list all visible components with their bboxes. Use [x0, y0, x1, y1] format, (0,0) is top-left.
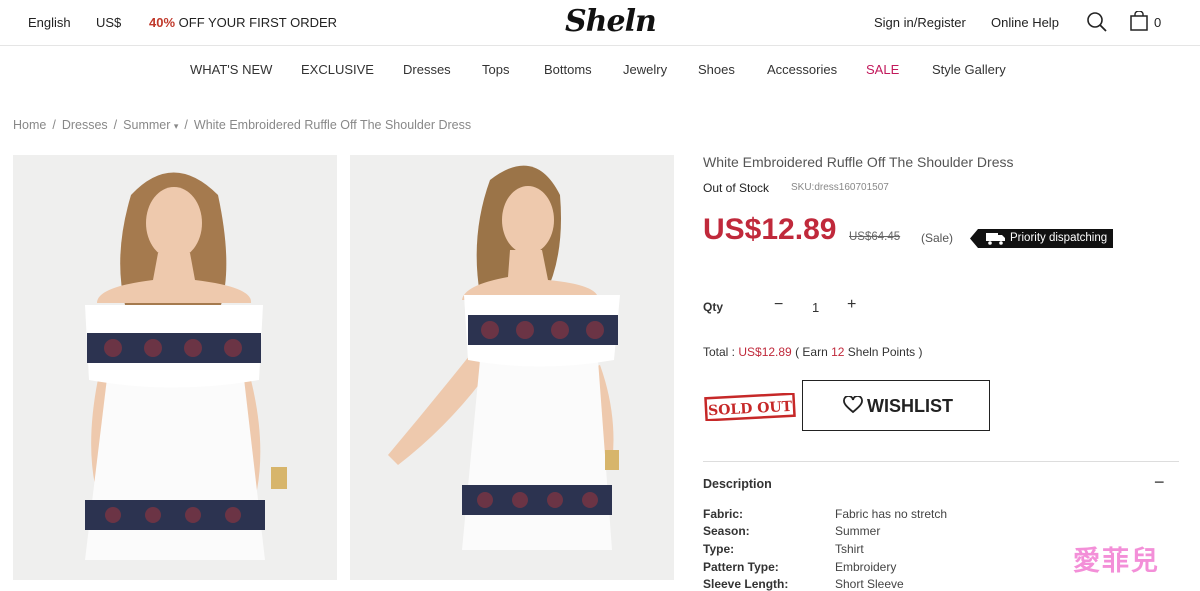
product-image-front[interactable] — [13, 155, 337, 580]
nav-whats-new[interactable]: WHAT'S NEW — [190, 62, 272, 77]
language-selector[interactable]: English — [28, 15, 71, 30]
nav-accessories[interactable]: Accessories — [767, 62, 837, 77]
wishlist-button[interactable]: WISHLIST — [802, 380, 990, 431]
attr-key-type: Type: — [703, 542, 735, 556]
divider — [703, 461, 1179, 462]
attr-value-pattern: Embroidery — [835, 560, 897, 574]
currency-selector[interactable]: US$ — [96, 15, 121, 30]
original-price: US$64.45 — [849, 231, 901, 243]
attr-key-pattern: Pattern Type: — [703, 560, 779, 574]
truck-icon — [986, 232, 1006, 248]
total-line: Total : US$12.89 ( Earn 12 Sheln Points … — [703, 345, 923, 359]
product-price: US$12.89 — [703, 213, 837, 246]
total-label: Total : — [703, 345, 739, 359]
top-bar: English US$ 40% OFF YOUR FIRST ORDER She… — [0, 0, 1200, 46]
main-nav: WHAT'S NEW EXCLUSIVE Dresses Tops Bottom… — [0, 46, 1200, 92]
site-logo[interactable]: Sheln — [565, 4, 657, 39]
promo-highlight: 40% — [149, 15, 176, 30]
promo-banner[interactable]: 40% OFF YOUR FIRST ORDER — [149, 15, 337, 30]
breadcrumb-summer[interactable]: Summer — [123, 118, 170, 132]
description-title[interactable]: Description — [703, 477, 772, 491]
attr-value-type: Tshirt — [835, 542, 864, 556]
search-icon[interactable] — [1086, 11, 1108, 38]
breadcrumb: Home / Dresses / Summer ▾ / White Embroidered … — [13, 118, 472, 132]
nav-dresses[interactable]: Dresses — [403, 62, 451, 77]
sold-out-stamp: SOLD OUT — [704, 392, 796, 422]
promo-text: OFF YOUR FIRST ORDER — [175, 15, 338, 30]
product-title: White Embroidered Ruffle Off The Shoulde… — [703, 154, 1014, 170]
total-value: US$12.89 — [738, 345, 792, 359]
wishlist-label: WISHLIST — [867, 396, 953, 416]
signin-link[interactable]: Sign in/Register — [874, 15, 966, 30]
chevron-down-icon[interactable]: ▾ — [174, 121, 179, 131]
qty-decrease-button[interactable]: − — [774, 296, 783, 314]
nav-tops[interactable]: Tops — [482, 62, 509, 77]
heart-icon — [843, 395, 863, 419]
nav-shoes[interactable]: Shoes — [698, 62, 735, 77]
stock-status: Out of Stock — [703, 181, 770, 195]
collapse-toggle-icon[interactable]: − — [1154, 472, 1165, 493]
attr-value-fabric: Fabric has no stretch — [835, 507, 948, 521]
qty-value[interactable]: 1 — [812, 300, 819, 315]
nav-exclusive[interactable]: EXCLUSIVE — [301, 62, 374, 77]
earn-text-pre: ( Earn — [791, 345, 832, 359]
nav-style-gallery[interactable]: Style Gallery — [932, 62, 1006, 77]
nav-sale[interactable]: SALE — [866, 62, 899, 77]
earn-text-post: Sheln Points ) — [844, 345, 923, 359]
breadcrumb-current: White Embroidered Ruffle Off The Shoulde… — [193, 118, 472, 132]
breadcrumb-home[interactable]: Home — [13, 118, 46, 132]
attr-key-season: Season: — [703, 524, 750, 538]
product-sku: SKU:dress160701507 — [791, 182, 889, 193]
points-value: 12 — [831, 345, 845, 359]
cart-count: 0 — [1154, 15, 1162, 30]
nav-jewelry[interactable]: Jewelry — [623, 62, 667, 77]
attr-value-season: Summer — [835, 524, 881, 538]
product-image-side[interactable] — [350, 155, 674, 580]
attr-key-fabric: Fabric: — [703, 507, 744, 521]
priority-dispatching-badge: Priority dispatching — [970, 229, 1113, 248]
qty-increase-button[interactable]: + — [847, 296, 856, 314]
nav-bottoms[interactable]: Bottoms — [544, 62, 592, 77]
breadcrumb-dresses[interactable]: Dresses — [62, 118, 108, 132]
cart-icon[interactable] — [1130, 10, 1148, 36]
priority-label: Priority dispatching — [1010, 232, 1108, 244]
qty-label: Qty — [703, 300, 724, 314]
online-help-link[interactable]: Online Help — [991, 15, 1059, 30]
watermark: 愛菲兒 — [1073, 546, 1160, 577]
sale-tag: (Sale) — [921, 231, 954, 245]
